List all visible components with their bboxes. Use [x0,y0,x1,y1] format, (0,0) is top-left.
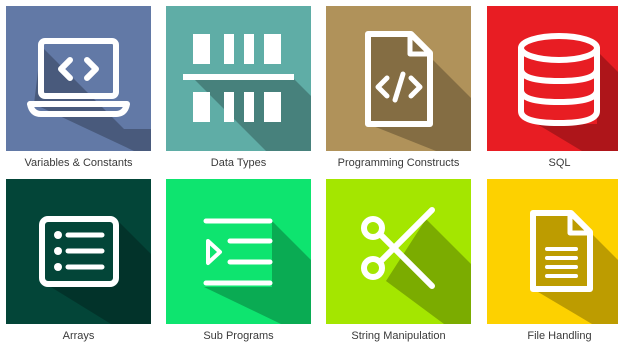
tile-data-types-bg [166,6,311,151]
indent-list-icon [203,218,311,324]
tile-file-handling[interactable]: File Handling [487,179,618,349]
tile-arrays[interactable]: Arrays [6,179,151,349]
tile-label: Sub Programs [203,330,274,342]
tile-sql[interactable]: SQL [487,6,618,176]
tile-variables-constants-bg [6,6,151,151]
topic-grid: Variables & Constants Data Types Program… [0,0,618,349]
tile-programming-constructs-bg [326,6,471,151]
list-icon [39,216,151,324]
data-blocks-icon [183,34,311,151]
scissors-icon [361,207,471,324]
tile-string-manipulation[interactable]: String Manipulation [326,179,471,349]
document-icon [530,210,618,324]
database-icon [518,33,618,151]
tile-arrays-bg [6,179,151,324]
tile-label: Arrays [62,330,95,342]
tile-sub-programs[interactable]: Sub Programs [166,179,311,349]
laptop-code-icon [27,38,151,151]
tile-data-types[interactable]: Data Types [166,6,311,176]
tile-string-manipulation-bg [326,179,471,324]
tile-label: String Manipulation [351,330,446,342]
tile-label: File Handling [527,330,592,342]
tile-sql-bg [487,6,618,151]
tile-label: Programming Constructs [337,157,460,169]
tile-sub-programs-bg [166,179,311,324]
tile-file-handling-bg [487,179,618,324]
tile-label: SQL [548,157,571,169]
tile-programming-constructs[interactable]: Programming Constructs [326,6,471,176]
code-file-icon [365,31,471,151]
tile-variables-constants[interactable]: Variables & Constants [6,6,151,176]
tile-label: Variables & Constants [24,157,133,169]
tile-label: Data Types [210,157,267,169]
